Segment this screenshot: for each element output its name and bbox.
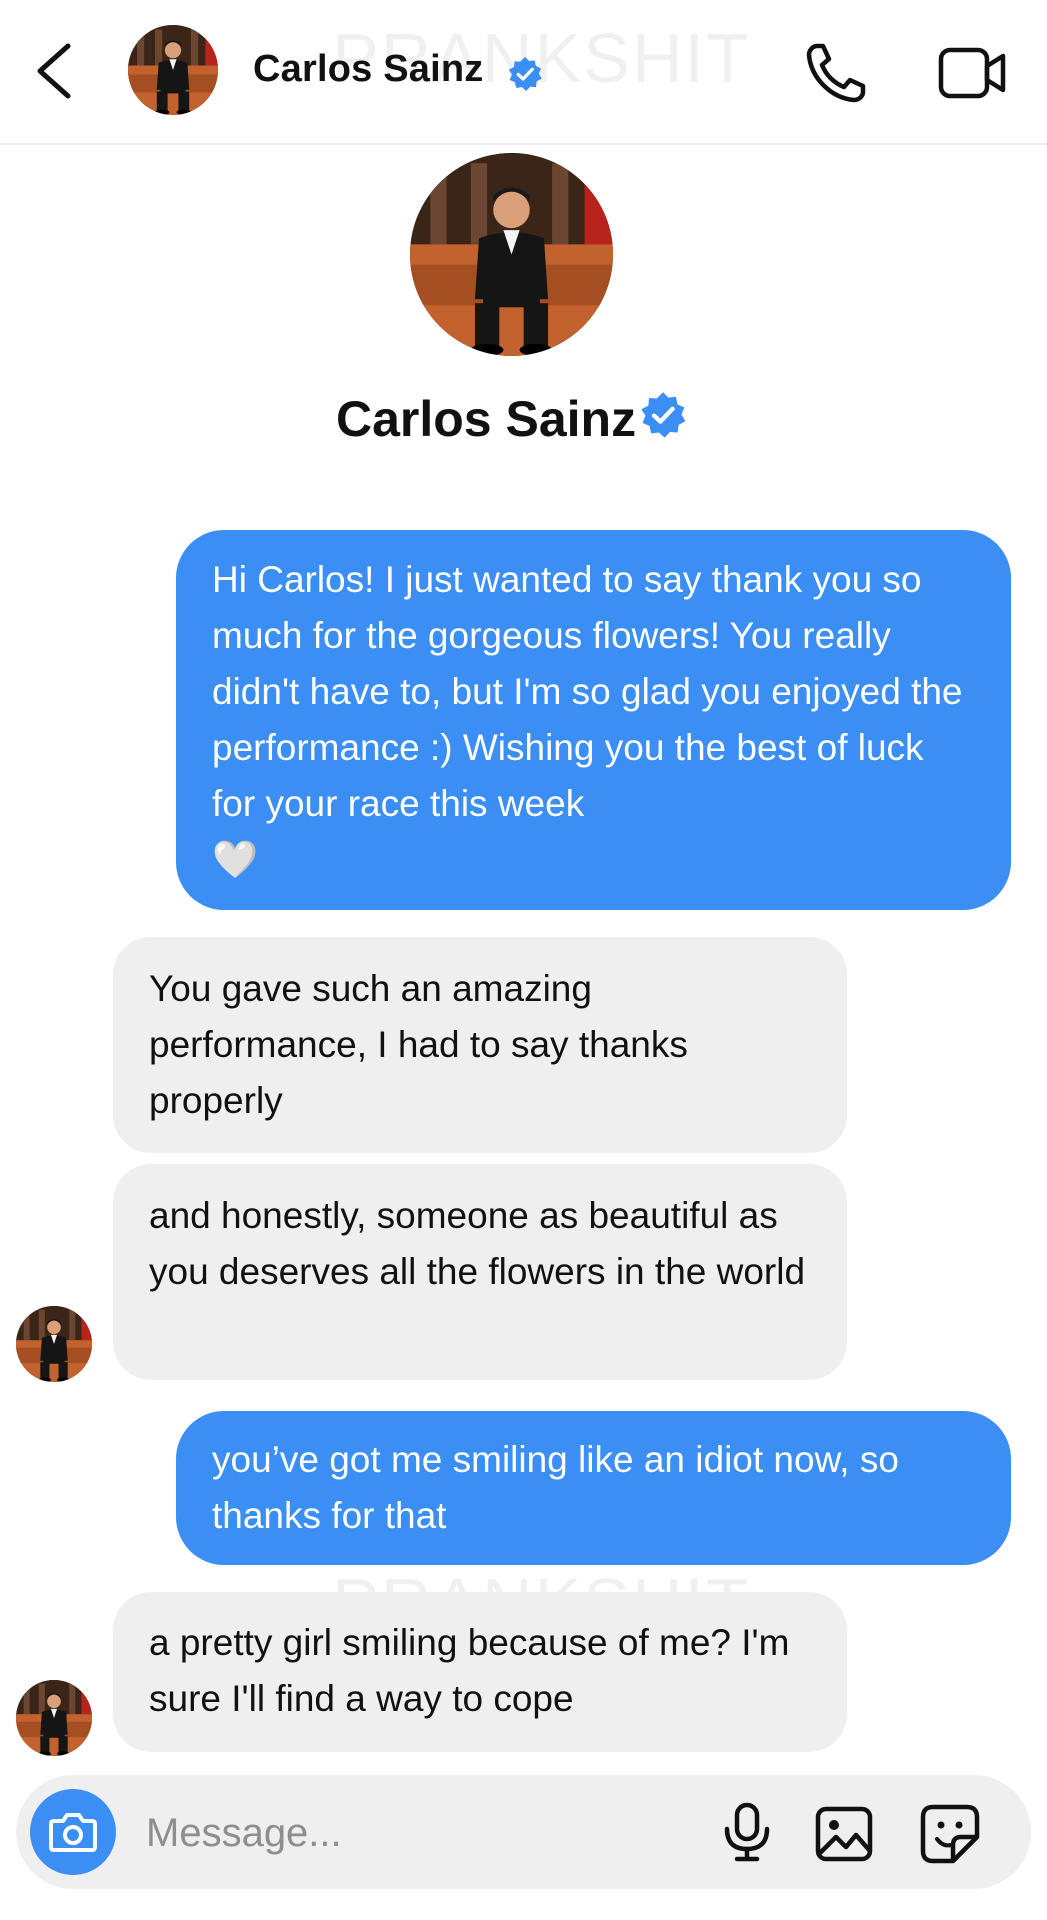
phone-icon[interactable] — [803, 40, 869, 106]
header-avatar[interactable] — [128, 25, 218, 115]
profile-avatar[interactable] — [410, 153, 613, 356]
message-text: You gave such an amazing performance, I … — [149, 968, 688, 1121]
message-bubble-incoming[interactable]: and honestly, someone as beautiful as yo… — [113, 1164, 847, 1380]
video-camera-icon[interactable] — [937, 44, 1009, 102]
message-bubble-outgoing[interactable]: you’ve got me smiling like an idiot now,… — [176, 1411, 1011, 1565]
message-text: and honestly, someone as beautiful as yo… — [149, 1195, 806, 1292]
header-contact-name[interactable]: Carlos Sainz — [253, 48, 483, 91]
camera-icon — [49, 1813, 97, 1852]
sticker-icon[interactable] — [919, 1803, 981, 1865]
message-text: you’ve got me smiling like an idiot now,… — [212, 1439, 899, 1536]
verified-badge-icon — [507, 56, 543, 92]
message-bubble-incoming[interactable]: You gave such an amazing performance, I … — [113, 937, 847, 1153]
message-text: a pretty girl smiling because of me? I'm… — [149, 1622, 790, 1719]
message-composer — [16, 1775, 1031, 1889]
camera-button[interactable] — [30, 1789, 116, 1875]
message-bubble-outgoing[interactable]: Hi Carlos! I just wanted to say thank yo… — [176, 530, 1011, 910]
verified-badge-icon — [639, 391, 687, 439]
microphone-icon[interactable] — [719, 1801, 775, 1863]
message-input[interactable] — [144, 1803, 708, 1863]
chat-header: PRANKSHIT Carlos Sainz — [0, 0, 1047, 145]
message-text: Hi Carlos! I just wanted to say thank yo… — [212, 559, 963, 824]
white-heart-emoji: 🤍 — [212, 839, 259, 880]
sender-avatar[interactable] — [16, 1680, 92, 1756]
profile-name: Carlos Sainz — [336, 391, 637, 447]
back-button[interactable] — [30, 40, 80, 102]
sender-avatar[interactable] — [16, 1306, 92, 1382]
message-bubble-incoming[interactable]: a pretty girl smiling because of me? I'm… — [113, 1592, 847, 1752]
image-icon[interactable] — [814, 1805, 874, 1863]
